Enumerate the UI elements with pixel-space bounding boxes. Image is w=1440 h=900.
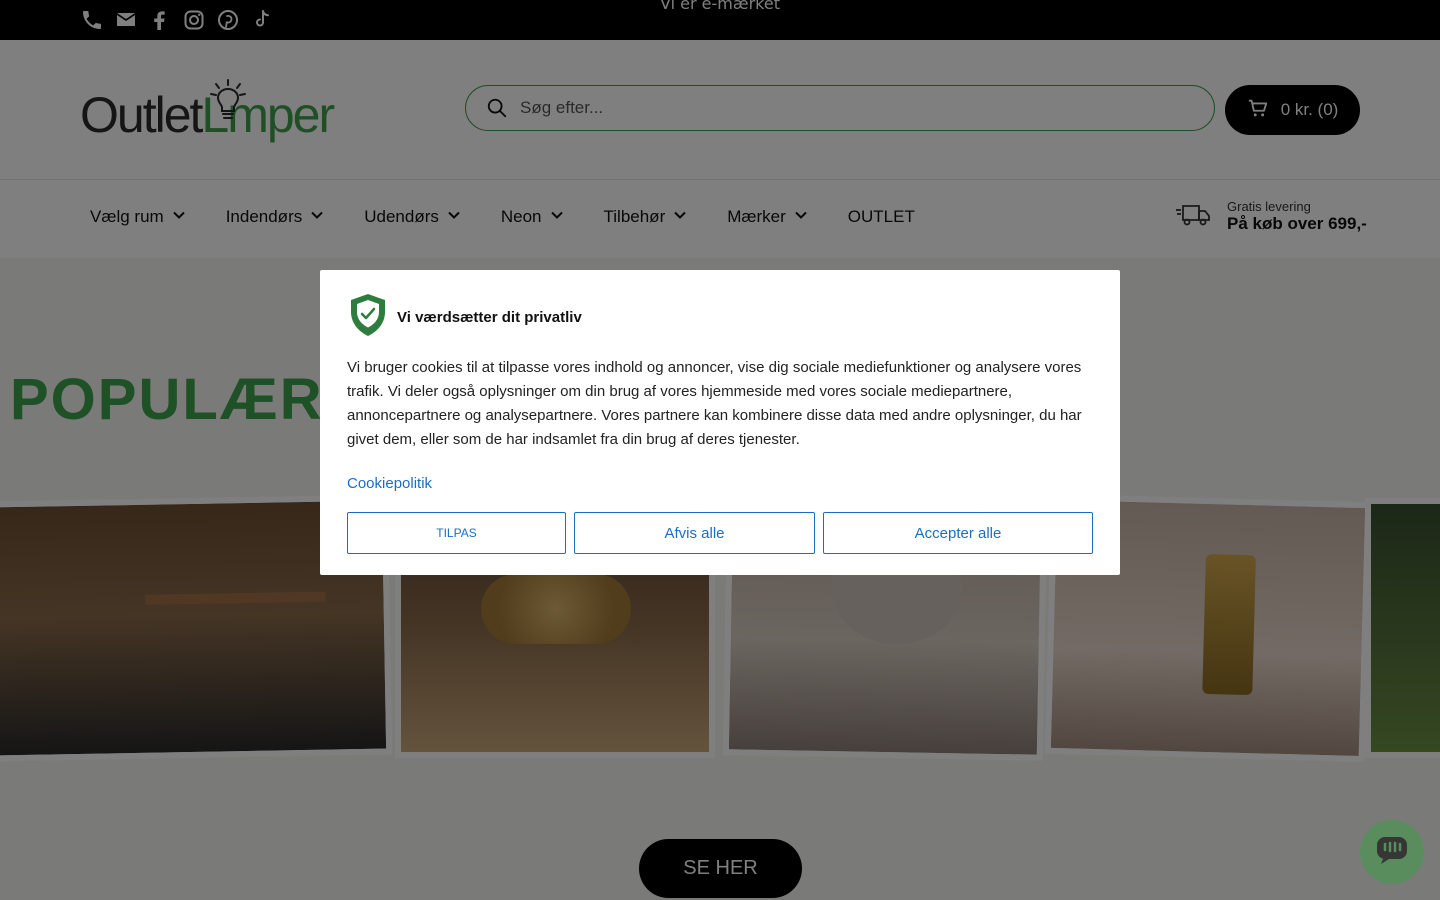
cookie-dialog-body: Vi bruger cookies til at tilpasse vores … xyxy=(347,359,1082,448)
cookie-policy-link[interactable]: Cookiepolitik xyxy=(347,475,432,492)
accept-all-button[interactable]: Accepter alle xyxy=(823,512,1093,554)
cookie-dialog-header: Vi værdsætter dit privatliv xyxy=(347,292,582,342)
customize-button[interactable]: TILPAS xyxy=(347,512,566,554)
shield-icon xyxy=(347,292,389,342)
reject-all-button[interactable]: Afvis alle xyxy=(574,512,815,554)
cookie-dialog-title: Vi værdsætter dit privatliv xyxy=(397,308,582,326)
chat-icon xyxy=(1375,835,1409,869)
chat-button[interactable] xyxy=(1360,820,1424,884)
cookie-consent-dialog: Vi værdsætter dit privatliv Vi bruger co… xyxy=(320,270,1120,575)
